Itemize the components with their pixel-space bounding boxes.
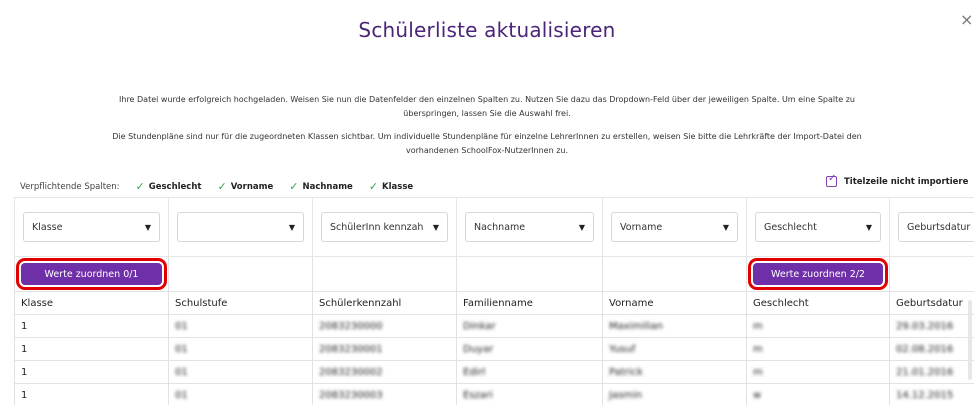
close-icon[interactable]: × [960, 10, 974, 29]
required-label: Verpflichtende Spalten: [20, 181, 120, 192]
table-row: 1 01 2083230000 Dinkar Maximilian m 29.0… [14, 314, 974, 338]
title-row-label: Titelzeile nicht importiere [844, 176, 969, 187]
table-cell: m [746, 337, 890, 361]
column-dropdown-vorname[interactable]: Vorname ▼ [611, 212, 738, 242]
vertical-scrollbar[interactable] [968, 300, 972, 380]
assign-values-button-geschlecht[interactable]: Werte zuordnen 2/2 [748, 258, 888, 290]
table-row: 1 01 2083230003 Eszari Jasmin w 14.12.20… [14, 383, 974, 405]
check-icon: ✓ [289, 180, 299, 193]
column-header: Geschlecht [746, 291, 890, 315]
required-item-klasse: ✓ Klasse [368, 180, 414, 193]
table-cell: 01 [168, 337, 313, 361]
title-row-option[interactable]: Titelzeile nicht importiere [826, 173, 969, 187]
table-cell: 1 [14, 337, 169, 361]
table-cell: 01 [168, 360, 313, 384]
check-icon: ✓ [135, 180, 145, 193]
column-dropdown-nachname[interactable]: Nachname ▼ [465, 212, 594, 242]
column-dropdown-klasse[interactable]: Klasse ▼ [23, 212, 160, 242]
caret-down-icon: ▼ [432, 222, 439, 232]
assign-values-button-klasse[interactable]: Werte zuordnen 0/1 [16, 258, 167, 290]
table-cell: 14.12.2015 [889, 383, 974, 405]
table-cell: 2083230003 [312, 383, 457, 405]
table-row: 1 01 2083230002 Edirl Patrick m 21.01.20… [14, 360, 974, 384]
table-cell: 29.03.2016 [889, 314, 974, 338]
assign-values-row: Werte zuordnen 0/1 Werte zuordnen 2/2 [14, 256, 974, 292]
caret-down-icon: ▼ [722, 222, 729, 232]
table-row: 1 01 2083230001 Duyar Yusuf m 02.08.2016 [14, 337, 974, 361]
column-header: Familienname [456, 291, 603, 315]
column-dropdown-schuelerkennzahl[interactable]: SchülerInn kennzah ▼ [321, 212, 448, 242]
caret-down-icon: ▼ [288, 222, 295, 232]
dialog-title: Schülerliste aktualisieren [358, 18, 616, 42]
required-item-nachname: ✓ Nachname [289, 180, 353, 193]
table-cell: 1 [14, 383, 169, 405]
table-cell: 1 [14, 360, 169, 384]
checkbox-icon[interactable] [826, 173, 837, 187]
check-icon: ✓ [217, 180, 227, 193]
required-columns: Verpflichtende Spalten: ✓ Geschlecht ✓ Vor… [20, 180, 413, 193]
table-cell: 02.08.2016 [889, 337, 974, 361]
required-item-geschlecht: ✓ Geschlecht [135, 180, 202, 193]
import-grid: Klasse ▼ ▼ SchülerInn kennzah ▼ Nachname ▼ … [14, 197, 974, 405]
upload-info-text: Ihre Datei wurde erfolgreich hochgeladen… [0, 93, 974, 121]
table-cell: m [746, 314, 890, 338]
column-header: Klasse [14, 291, 169, 315]
table-cell: 1 [14, 314, 169, 338]
column-dropdown-geburtsdatum[interactable]: Geburtsdatur [898, 212, 974, 242]
header-row: Klasse Schulstufe Schülerkennzahl Famili… [14, 291, 974, 315]
schedule-info-text: Die Stundenpläne sind nur für die zugeor… [0, 130, 974, 158]
table-cell: 01 [168, 383, 313, 405]
table-cell: Edirl [456, 360, 603, 384]
table-cell: Eszari [456, 383, 603, 405]
required-item-vorname: ✓ Vorname [217, 180, 274, 193]
table-cell: Patrick [602, 360, 747, 384]
column-header: Schulstufe [168, 291, 313, 315]
table-cell: Yusuf [602, 337, 747, 361]
check-icon: ✓ [368, 180, 379, 193]
column-dropdown-geschlecht[interactable]: Geschlecht ▼ [755, 212, 881, 242]
table-cell: Duyar [456, 337, 603, 361]
column-header: Vorname [602, 291, 747, 315]
table-cell: m [746, 360, 890, 384]
column-header: Schülerkennzahl [312, 291, 457, 315]
table-cell: 01 [168, 314, 313, 338]
table-cell: 21.01.2016 [889, 360, 974, 384]
mapping-dropdown-row: Klasse ▼ ▼ SchülerInn kennzah ▼ Nachname ▼ … [14, 197, 974, 257]
table-cell: Dinkar [456, 314, 603, 338]
caret-down-icon: ▼ [144, 222, 151, 232]
column-dropdown-schulstufe[interactable]: ▼ [177, 212, 304, 242]
table-cell: Jasmin [602, 383, 747, 405]
schedule-line-1: Die Stundenpläne sind nur für die zugeor… [112, 132, 862, 141]
table-cell: 2083230000 [312, 314, 457, 338]
table-cell: 2083230001 [312, 337, 457, 361]
caret-down-icon: ▼ [865, 222, 872, 232]
caret-down-icon: ▼ [578, 222, 585, 232]
table-cell: w [746, 383, 890, 405]
schedule-line-2: vorhandenen SchoolFox-NutzerInnen zu. [405, 146, 569, 155]
info-line-1: Ihre Datei wurde erfolgreich hochgeladen… [119, 95, 855, 104]
info-line-2: überspringen, lassen Sie die Auswahl fre… [403, 109, 571, 118]
table-cell: 2083230002 [312, 360, 457, 384]
table-cell: Maximilian [602, 314, 747, 338]
column-header: Geburtsdatur [889, 291, 974, 315]
